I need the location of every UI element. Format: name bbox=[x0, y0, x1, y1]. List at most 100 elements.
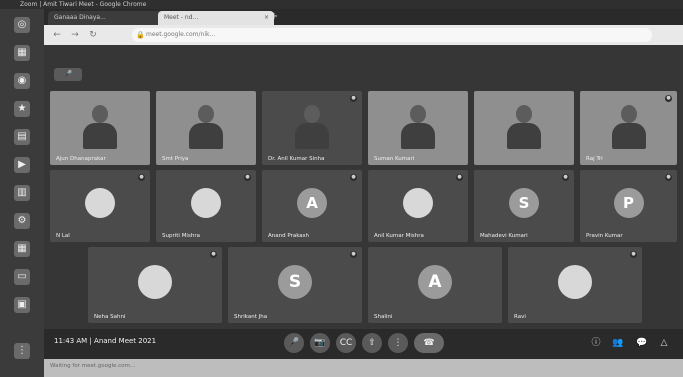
participant-tile[interactable]: A Shalini bbox=[368, 247, 502, 323]
files-icon[interactable]: ▦ bbox=[14, 45, 30, 61]
participant-name: N Lal bbox=[56, 233, 70, 239]
presentation-icon[interactable]: ▭ bbox=[14, 269, 30, 285]
participant-avatar bbox=[191, 188, 221, 219]
participant-video bbox=[295, 105, 329, 149]
status-text: Waiting for meet.google.com... bbox=[50, 363, 136, 369]
participant-video bbox=[83, 105, 117, 149]
window-title: Zoom | Amit Tiwari Meet - Google Chrome bbox=[20, 1, 147, 8]
more-options-button[interactable]: ⋮ bbox=[388, 333, 408, 353]
apps-grid-icon[interactable]: ⋮ bbox=[14, 343, 30, 359]
mic-muted-icon: ● bbox=[350, 174, 357, 181]
participant-tile[interactable]: ● Ravi bbox=[508, 247, 642, 323]
participant-avatar bbox=[85, 188, 115, 219]
mic-muted-icon: ● bbox=[665, 174, 672, 181]
document-icon[interactable]: ▥ bbox=[14, 185, 30, 201]
mic-muted-icon: ● bbox=[630, 251, 637, 258]
participant-tile[interactable]: ● Anil Kumar Mishra bbox=[368, 170, 468, 242]
participant-tile[interactable] bbox=[474, 91, 574, 165]
mic-muted-icon: ● bbox=[456, 174, 463, 181]
participant-name: Raj Tri bbox=[586, 156, 603, 162]
tab-label: Meet - nd... bbox=[164, 14, 199, 21]
tab-strip: Ganaaa Dinaya... × Meet - nd... × + bbox=[44, 9, 683, 25]
url-input[interactable]: 🔒 meet.google.com/nik... bbox=[132, 28, 652, 42]
participant-video bbox=[507, 105, 541, 149]
star-icon[interactable]: ★ bbox=[14, 101, 30, 117]
meeting-clock: 11:43 AM | Anand Meet 2021 bbox=[54, 337, 157, 345]
participant-tile[interactable]: A ● Anand Prakash bbox=[262, 170, 362, 242]
end-call-button[interactable]: ☎ bbox=[414, 333, 444, 353]
participant-tile[interactable]: ● N Lal bbox=[50, 170, 150, 242]
browser-icon[interactable]: ◉ bbox=[14, 73, 30, 89]
lock-icon: 🔒 bbox=[136, 31, 145, 39]
participant-video bbox=[611, 105, 646, 149]
participant-avatar bbox=[138, 264, 172, 299]
present-button[interactable]: ⇧ bbox=[362, 333, 382, 353]
mic-indicator[interactable]: 🎤 bbox=[54, 68, 82, 81]
participant-tile[interactable]: S ● Mahadevi Kumari bbox=[474, 170, 574, 242]
mic-muted-icon: ● bbox=[138, 174, 145, 181]
participant-name: Anand Prakash bbox=[268, 233, 310, 239]
mic-muted-icon: ● bbox=[562, 174, 569, 181]
participant-name: Smt Priya bbox=[162, 156, 189, 162]
participant-name: Ajun Dhanaprakar bbox=[56, 156, 106, 162]
captions-button[interactable]: CC bbox=[336, 333, 356, 353]
mic-muted-icon: ● bbox=[350, 95, 357, 102]
mic-muted-icon: ● bbox=[210, 251, 217, 258]
participant-tile[interactable]: Suman Kumari bbox=[368, 91, 468, 165]
participant-tile[interactable]: S ● Shrikant Jha bbox=[228, 247, 362, 323]
participant-tile[interactable]: ● Neha Sahni bbox=[88, 247, 222, 323]
new-tab-button[interactable]: + bbox=[268, 11, 280, 23]
participant-tile[interactable]: Smt Priya bbox=[156, 91, 256, 165]
meeting-control-bar: 11:43 AM | Anand Meet 2021 🎤 📷 CC ⇧ ⋮ ☎ … bbox=[44, 329, 683, 359]
participant-video bbox=[189, 105, 223, 149]
browser-tab-1[interactable]: Ganaaa Dinaya... × bbox=[48, 11, 168, 25]
participant-name: Shalini bbox=[374, 314, 393, 320]
participant-name: Mahadevi Kumari bbox=[480, 233, 528, 239]
participant-name: Suman Kumari bbox=[374, 156, 415, 162]
terminal-icon[interactable]: ▶ bbox=[14, 157, 30, 173]
participant-avatar bbox=[403, 188, 433, 219]
participant-name: Anil Kumar Mishra bbox=[374, 233, 424, 239]
camera-button[interactable]: 📷 bbox=[310, 333, 330, 353]
participant-tile[interactable]: ● Dr. Anil Kumar Sinha bbox=[262, 91, 362, 165]
forward-icon[interactable]: → bbox=[68, 28, 82, 42]
participant-name: Dr. Anil Kumar Sinha bbox=[268, 156, 325, 162]
trash-icon[interactable]: ▣ bbox=[14, 297, 30, 313]
participant-avatar: A bbox=[297, 188, 327, 219]
participant-name: Pravin Kumar bbox=[586, 233, 623, 239]
info-icon[interactable]: ⓘ bbox=[590, 337, 602, 349]
people-icon[interactable]: 👥 bbox=[612, 337, 624, 349]
text-editor-icon[interactable]: ▤ bbox=[14, 129, 30, 145]
participant-avatar: S bbox=[509, 188, 539, 219]
participant-tile[interactable]: ● Supriti Mishra bbox=[156, 170, 256, 242]
participant-avatar: S bbox=[278, 264, 312, 299]
spreadsheet-icon[interactable]: ▦ bbox=[14, 241, 30, 257]
search-icon[interactable]: ◎ bbox=[14, 17, 30, 33]
browser-status-bar: Waiting for meet.google.com... bbox=[44, 359, 683, 377]
address-bar: ← → ↻ 🔒 meet.google.com/nik... bbox=[44, 25, 683, 45]
chat-icon[interactable]: 💬 bbox=[636, 337, 648, 349]
participant-name: Supriti Mishra bbox=[162, 233, 200, 239]
participant-name: Ravi bbox=[514, 314, 526, 320]
os-top-bar: Zoom | Amit Tiwari Meet - Google Chrome bbox=[0, 0, 683, 9]
participant-tile[interactable]: P ● Pravin Kumar bbox=[580, 170, 677, 242]
browser-tab-2[interactable]: Meet - nd... × bbox=[158, 11, 274, 25]
mic-muted-icon: ● bbox=[244, 174, 251, 181]
participant-tile[interactable]: Ajun Dhanaprakar bbox=[50, 91, 150, 165]
reload-icon[interactable]: ↻ bbox=[86, 28, 100, 42]
participant-tile[interactable]: ● Raj Tri bbox=[580, 91, 677, 165]
settings-icon[interactable]: ⚙ bbox=[14, 213, 30, 229]
back-icon[interactable]: ← bbox=[50, 28, 64, 42]
participant-avatar bbox=[558, 264, 592, 299]
mic-muted-icon: ● bbox=[665, 95, 672, 102]
tab-label: Ganaaa Dinaya... bbox=[54, 14, 106, 21]
participant-avatar: A bbox=[418, 264, 452, 299]
participant-avatar: P bbox=[613, 188, 644, 219]
participant-video bbox=[401, 105, 435, 149]
mic-muted-icon: ● bbox=[350, 251, 357, 258]
mic-button[interactable]: 🎤 bbox=[284, 333, 304, 353]
browser-window: Ganaaa Dinaya... × Meet - nd... × + ← → … bbox=[44, 9, 683, 377]
participant-name: Neha Sahni bbox=[94, 314, 126, 320]
url-text: meet.google.com/nik... bbox=[146, 31, 216, 38]
activities-icon[interactable]: △ bbox=[658, 337, 670, 349]
